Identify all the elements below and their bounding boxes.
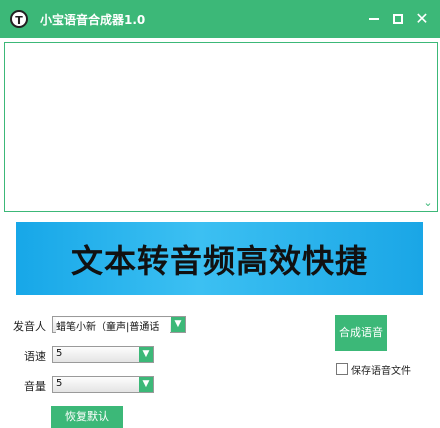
dropdown-arrow-icon[interactable]: ▼ <box>171 317 185 332</box>
volume-select-value: 5 <box>56 378 63 389</box>
text-input[interactable] <box>5 43 437 211</box>
text-input-area: ⌄ <box>4 42 438 212</box>
synthesize-button[interactable]: 合成语音 <box>335 315 387 351</box>
reset-defaults-button[interactable]: 恢复默认 <box>51 406 123 428</box>
voice-select[interactable]: 蜡笔小新（童声|普通话 ▼ <box>52 316 186 333</box>
promo-banner: 文本转音频高效快捷 <box>16 222 423 295</box>
maximize-icon <box>393 14 403 24</box>
speed-select[interactable]: 5 ▼ <box>52 346 154 363</box>
title-bar: T 小宝语音合成器1.0 ✕ <box>0 0 440 38</box>
voice-select-value: 蜡笔小新（童声|普通话 <box>56 318 170 333</box>
maximize-button[interactable] <box>386 7 410 31</box>
save-file-label[interactable]: 保存语音文件 <box>351 362 411 377</box>
volume-label: 音量 <box>24 380 46 393</box>
close-button[interactable]: ✕ <box>410 7 434 31</box>
voice-label: 发音人 <box>13 320 46 333</box>
dropdown-arrow-icon[interactable]: ▼ <box>139 347 153 362</box>
volume-select[interactable]: 5 ▼ <box>52 376 154 393</box>
speed-select-value: 5 <box>56 348 63 359</box>
close-icon: ✕ <box>415 9 429 28</box>
dropdown-arrow-icon[interactable]: ▼ <box>139 377 153 392</box>
scroll-down-chevron-icon[interactable]: ⌄ <box>422 197 434 209</box>
app-logo-icon: T <box>10 10 28 28</box>
window-title: 小宝语音合成器1.0 <box>40 13 146 27</box>
save-file-checkbox[interactable] <box>336 363 348 375</box>
minimize-icon <box>369 18 379 20</box>
speed-label: 语速 <box>24 350 46 363</box>
banner-text: 文本转音频高效快捷 <box>70 241 368 280</box>
minimize-button[interactable] <box>362 7 386 31</box>
